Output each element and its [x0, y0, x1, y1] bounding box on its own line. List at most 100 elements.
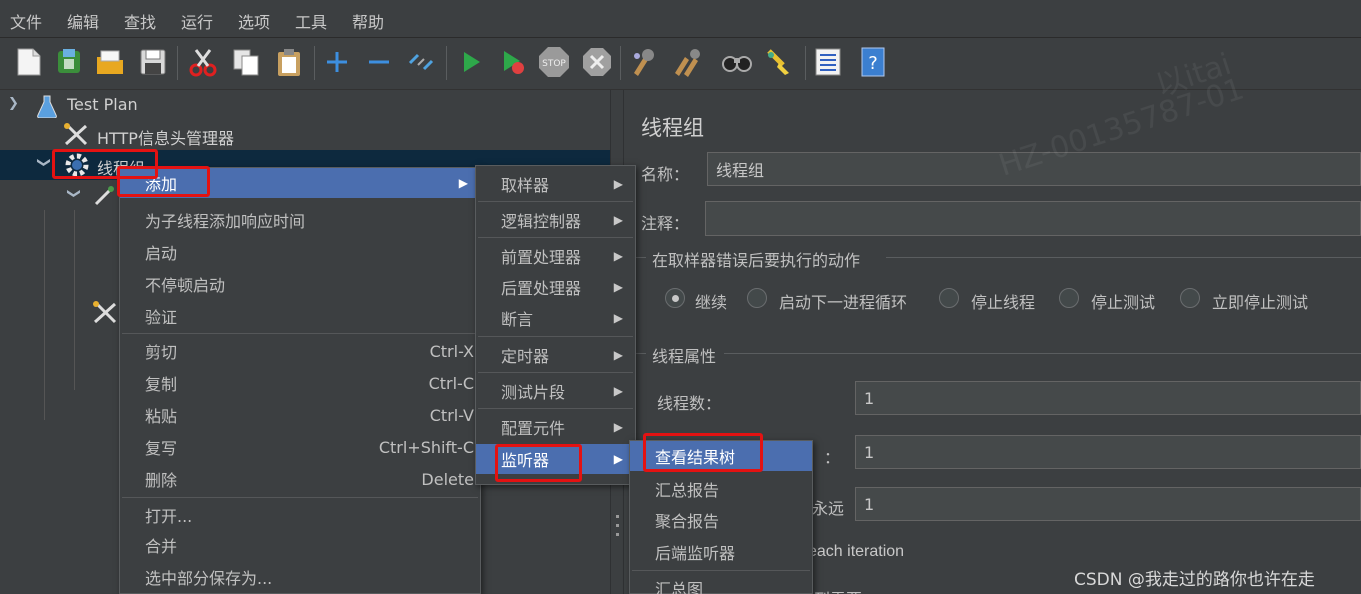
menu-item-merge[interactable]: 合并	[120, 530, 480, 560]
copy-icon[interactable]	[229, 45, 263, 79]
menu-item-start[interactable]: 启动	[120, 237, 480, 267]
menu-item-label: 定时器	[501, 347, 550, 366]
menu-file[interactable]: 文件	[10, 9, 42, 33]
radio-continue[interactable]	[665, 288, 685, 308]
menu-item-label: 取样器	[501, 176, 550, 195]
collapse-icon[interactable]	[362, 45, 396, 79]
radio-label: 停止测试	[1091, 293, 1156, 312]
shortcut-label: Delete	[421, 469, 474, 489]
submenu-item-sampler[interactable]: 取样器 ▶	[476, 169, 635, 199]
chevron-right-icon: ▶	[613, 177, 623, 191]
submenu-item-timer[interactable]: 定时器 ▶	[476, 340, 635, 370]
submenu-item-aggregate-report[interactable]: 聚合报告	[630, 505, 812, 535]
expand-icon[interactable]	[320, 45, 354, 79]
menu-item-paste[interactable]: 粘贴 Ctrl-V	[120, 400, 480, 430]
reset-search-icon[interactable]	[762, 45, 796, 79]
threads-field[interactable]: 1	[855, 381, 1361, 415]
submenu-item-summary-graph[interactable]: 汇总图	[630, 573, 812, 594]
annotation-highlight	[495, 444, 582, 482]
comment-field[interactable]	[705, 201, 1361, 236]
pipette-icon	[94, 186, 114, 206]
menu-help[interactable]: 帮助	[352, 9, 384, 33]
search-icon[interactable]	[720, 45, 754, 79]
radio-label: 启动下一进程循环	[779, 293, 908, 312]
thread-props-title: 线程属性	[652, 347, 717, 366]
menu-item-start-no-pause[interactable]: 不停顿启动	[120, 269, 480, 299]
submenu-item-pre-processor[interactable]: 前置处理器 ▶	[476, 241, 635, 271]
radio-stop-test-now[interactable]	[1180, 288, 1200, 308]
submenu-item-logic-controller[interactable]: 逻辑控制器 ▶	[476, 205, 635, 235]
chevron-right-icon: ▶	[613, 249, 623, 263]
radio-stop-thread[interactable]	[939, 288, 959, 308]
menu-item-label: 汇总报告	[655, 481, 720, 500]
menu-item-label: 选中部分保存为...	[145, 569, 273, 588]
tree-item-header-manager[interactable]: HTTP信息头管理器	[0, 120, 610, 150]
loop-label: 永远	[812, 499, 845, 518]
tree-item-label: Test Plan	[67, 95, 138, 114]
chevron-right-icon: ▶	[613, 452, 623, 466]
ramp-up-field[interactable]: 1	[855, 435, 1361, 469]
submenu-item-summary-report[interactable]: 汇总报告	[630, 474, 812, 504]
chevron-down-icon[interactable]: ❯	[36, 157, 51, 168]
menu-item-label: 前置处理器	[501, 248, 582, 267]
menu-edit[interactable]: 编辑	[67, 9, 99, 33]
menu-item-label: 测试片段	[501, 383, 566, 402]
menu-item-remove[interactable]: 删除 Delete	[120, 464, 480, 494]
menu-item-validate[interactable]: 验证	[120, 301, 480, 331]
cut-icon[interactable]	[186, 45, 220, 79]
error-action-title: 在取样器错误后要执行的动作	[652, 251, 861, 270]
tree-item-label: HTTP信息头管理器	[97, 129, 234, 148]
menu-item-label: 不停顿启动	[145, 276, 226, 295]
menu-item-duplicate[interactable]: 复写 Ctrl+Shift-C	[120, 432, 480, 462]
menu-options[interactable]: 选项	[238, 9, 270, 33]
chevron-right-icon: ▶	[613, 420, 623, 434]
shutdown-icon[interactable]	[580, 45, 614, 79]
start-icon[interactable]	[454, 45, 488, 79]
menu-item-label: 为子线程添加响应时间	[145, 212, 306, 231]
function-helper-icon[interactable]	[811, 45, 845, 79]
submenu-item-test-fragment[interactable]: 测试片段 ▶	[476, 376, 635, 406]
csdn-watermark: CSDN @我走过的路你也许在走	[1074, 570, 1315, 590]
menu-item-add-response-time[interactable]: 为子线程添加响应时间	[120, 205, 480, 235]
radio-stop-test[interactable]	[1059, 288, 1079, 308]
annotation-highlight	[117, 166, 210, 197]
menu-item-save-selection[interactable]: 选中部分保存为...	[120, 562, 480, 592]
toggle-icon[interactable]	[404, 45, 438, 79]
wrench-icon	[93, 301, 117, 324]
clear-icon[interactable]	[626, 45, 660, 79]
ramp-up-value: 1	[864, 442, 875, 462]
add-submenu: 取样器 ▶ 逻辑控制器 ▶ 前置处理器 ▶ 后置处理器 ▶ 断言 ▶ 定时器 ▶ 测试片段 ▶…	[475, 165, 636, 485]
open-icon[interactable]	[93, 45, 127, 79]
help-icon[interactable]: ?	[856, 45, 890, 79]
menu-item-open[interactable]: 打开...	[120, 500, 480, 530]
menu-tools[interactable]: 工具	[295, 9, 327, 33]
new-icon[interactable]	[12, 45, 46, 79]
chevron-down-icon[interactable]: ❯	[66, 188, 81, 199]
menu-item-label: 删除	[145, 471, 178, 490]
submenu-item-backend-listener[interactable]: 后端监听器	[630, 537, 812, 567]
loop-count-field[interactable]: 1	[855, 487, 1361, 521]
chevron-right-icon: ▶	[613, 384, 623, 398]
menu-run[interactable]: 运行	[181, 9, 213, 33]
submenu-item-assertion[interactable]: 断言 ▶	[476, 303, 635, 333]
templates-icon[interactable]	[52, 45, 86, 79]
radio-label: 立即停止测试	[1212, 293, 1309, 312]
flask-icon	[37, 95, 57, 118]
chevron-right-icon: ▶	[613, 311, 623, 325]
same-user-label: each iteration	[808, 543, 905, 560]
paste-icon[interactable]	[272, 45, 306, 79]
stop-icon[interactable]: STOP	[537, 45, 571, 79]
submenu-item-post-processor[interactable]: 后置处理器 ▶	[476, 272, 635, 302]
clear-all-icon[interactable]	[670, 45, 704, 79]
name-label: 名称：	[641, 165, 690, 184]
menu-search[interactable]: 查找	[124, 9, 156, 33]
tree-item-test-plan[interactable]: Test Plan	[0, 90, 610, 120]
radio-start-next-loop[interactable]	[747, 288, 767, 308]
delay-label: 到需要	[814, 586, 862, 594]
menu-item-cut[interactable]: 剪切 Ctrl-X	[120, 336, 480, 366]
save-icon[interactable]	[136, 45, 170, 79]
menu-item-copy[interactable]: 复制 Ctrl-C	[120, 368, 480, 398]
annotation-highlight	[643, 433, 763, 472]
submenu-item-config-element[interactable]: 配置元件 ▶	[476, 412, 635, 442]
start-no-pause-icon[interactable]	[496, 45, 530, 79]
